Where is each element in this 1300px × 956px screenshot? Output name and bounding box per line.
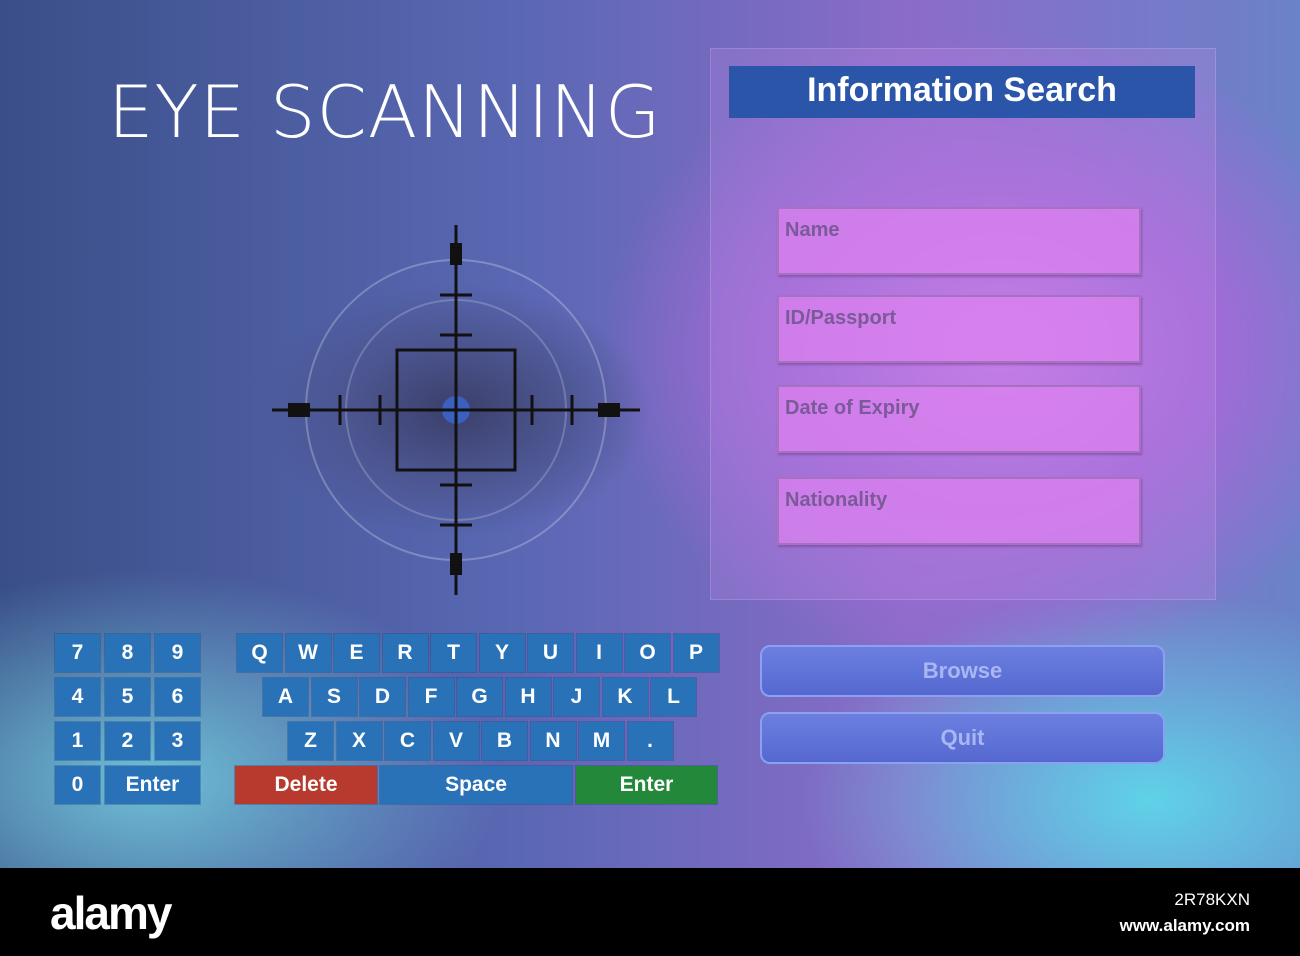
enter-key[interactable]: Enter (576, 766, 717, 804)
letter-key[interactable]: I (576, 634, 622, 672)
letter-key[interactable]: M (579, 722, 624, 760)
letter-key[interactable]: Z (288, 722, 333, 760)
panel-header: Information Search (729, 66, 1195, 118)
id-passport-label: ID/Passport (785, 307, 897, 329)
image-id: 2R78KXN (1174, 890, 1250, 909)
numpad-key[interactable]: 6 (155, 678, 200, 716)
letter-key[interactable]: Q (237, 634, 282, 672)
numpad-enter-key[interactable]: Enter (105, 766, 200, 804)
numpad-key[interactable]: 7 (55, 634, 100, 672)
letter-key[interactable]: O (625, 634, 670, 672)
page-title: EYE SCANNING (108, 70, 662, 154)
letter-key[interactable]: X (336, 722, 382, 760)
numpad-key[interactable]: 1 (55, 722, 100, 760)
space-key[interactable]: Space (380, 766, 572, 804)
numpad-key[interactable]: 3 (155, 722, 200, 760)
letter-key[interactable]: F (408, 678, 454, 716)
letter-key[interactable]: N (530, 722, 576, 760)
nationality-field[interactable]: Nationality (777, 477, 1141, 545)
numpad-key[interactable]: 4 (55, 678, 100, 716)
letter-key[interactable]: V (433, 722, 479, 760)
scene: EYE SCANNING Information Search Name ID/… (0, 0, 1300, 868)
letter-key[interactable]: H (505, 678, 551, 716)
delete-key[interactable]: Delete (235, 766, 377, 804)
letter-key[interactable]: D (360, 678, 405, 716)
letter-key[interactable]: S (311, 678, 357, 716)
name-field[interactable]: Name (777, 207, 1141, 275)
letter-key[interactable]: W (285, 634, 331, 672)
letter-key[interactable]: A (263, 678, 308, 716)
letter-key[interactable]: R (382, 634, 428, 672)
nationality-label: Nationality (785, 489, 888, 511)
name-label: Name (785, 219, 840, 241)
site-url: www.alamy.com (1119, 916, 1250, 935)
date-of-expiry-label: Date of Expiry (785, 397, 920, 419)
numpad-key[interactable]: 0 (55, 766, 100, 804)
letter-key[interactable]: C (385, 722, 430, 760)
date-of-expiry-field[interactable]: Date of Expiry (777, 385, 1141, 453)
letter-key[interactable]: Y (479, 634, 525, 672)
quit-button[interactable]: Quit (760, 712, 1165, 764)
letter-key[interactable]: L (651, 678, 696, 716)
numpad-key[interactable]: 9 (155, 634, 200, 672)
numpad-key[interactable]: 8 (105, 634, 150, 672)
letter-key[interactable]: J (554, 678, 599, 716)
alamy-logo: alamy (50, 887, 172, 939)
footer: alamy 2R78KXN www.alamy.com (0, 868, 1300, 956)
crosshair-target-icon (272, 225, 640, 595)
letter-key[interactable]: U (528, 634, 573, 672)
letter-key[interactable]: G (457, 678, 502, 716)
browse-button[interactable]: Browse (760, 645, 1165, 697)
id-passport-field[interactable]: ID/Passport (777, 295, 1141, 363)
letter-key[interactable]: T (431, 634, 476, 672)
letter-key[interactable]: K (602, 678, 648, 716)
numpad-key[interactable]: 5 (105, 678, 150, 716)
letter-key[interactable]: B (482, 722, 527, 760)
numpad-key[interactable]: 2 (105, 722, 150, 760)
letter-key[interactable]: P (673, 634, 719, 672)
letter-key[interactable]: . (627, 722, 673, 760)
letter-key[interactable]: E (334, 634, 379, 672)
